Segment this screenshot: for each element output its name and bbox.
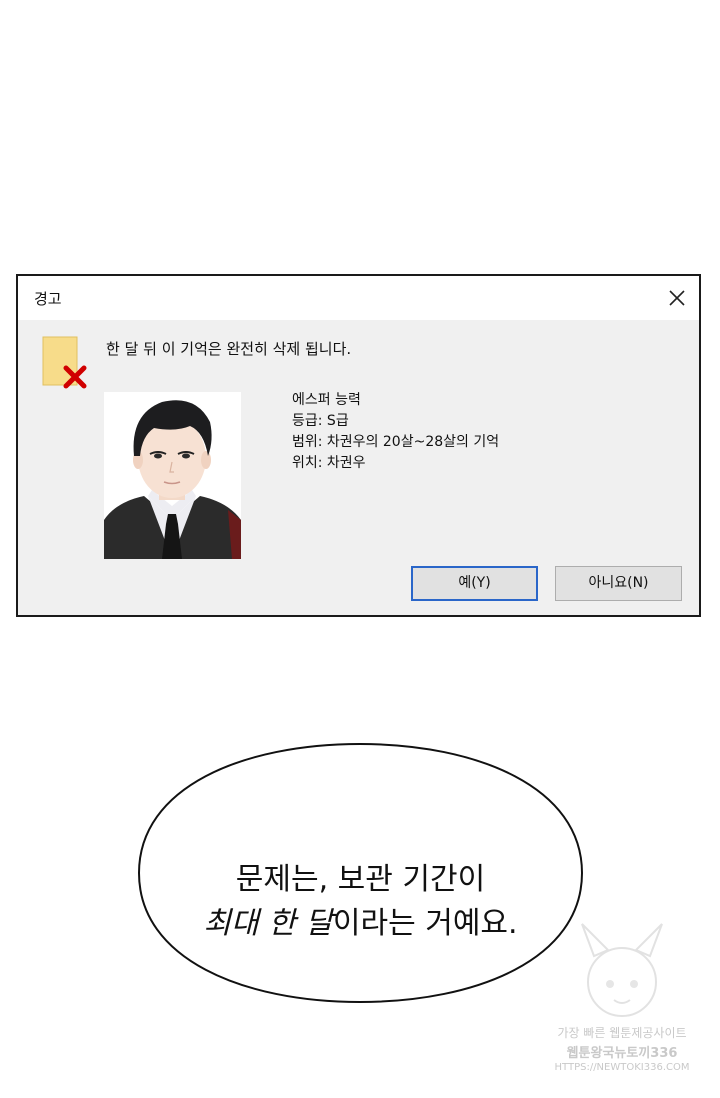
- speech-line: 최대 한 달이라는 거예요.: [137, 902, 584, 946]
- info-line: 위치: 차권우: [292, 455, 366, 471]
- no-button[interactable]: 아니요(N): [555, 566, 682, 601]
- info-line: 에스퍼 능력: [292, 392, 361, 408]
- speech-text: 문제는, 보관 기간이 최대 한 달이라는 거예요.: [137, 858, 584, 946]
- close-icon[interactable]: [663, 284, 691, 312]
- ability-info: 에스퍼 능력 등급: S급 범위: 차권우의 20살~28살의 기억 위치: 차…: [292, 390, 499, 474]
- portrait-photo: [104, 392, 241, 559]
- speech-emphasis: 최대 한 달: [203, 906, 333, 941]
- dialog-message: 한 달 뒤 이 기억은 완전히 삭제 됩니다.: [106, 340, 352, 358]
- speech-rest: 이라는 거예요.: [332, 906, 518, 941]
- warning-dialog: 경고 한 달 뒤 이 기억은 완전히 삭제 됩니다. 에스퍼 능력 등급: S급…: [16, 274, 701, 617]
- info-line: 등급: S급: [292, 413, 349, 429]
- info-line: 범위: 차권우의 20살~28살의 기억: [292, 434, 500, 450]
- dialog-title: 경고: [34, 290, 62, 308]
- watermark-line: HTTPS://NEWTOKI336.COM: [554, 1062, 690, 1073]
- dialog-titlebar: 경고: [18, 276, 699, 320]
- watermark-line: 웹툰왕국뉴토끼336: [566, 1046, 678, 1061]
- yes-button[interactable]: 예(Y): [411, 566, 538, 601]
- file-delete-icon: [42, 336, 87, 389]
- watermark-line: 가장 빠른 웹툰제공사이트: [557, 1026, 687, 1040]
- speech-line: 문제는, 보관 기간이: [235, 862, 486, 897]
